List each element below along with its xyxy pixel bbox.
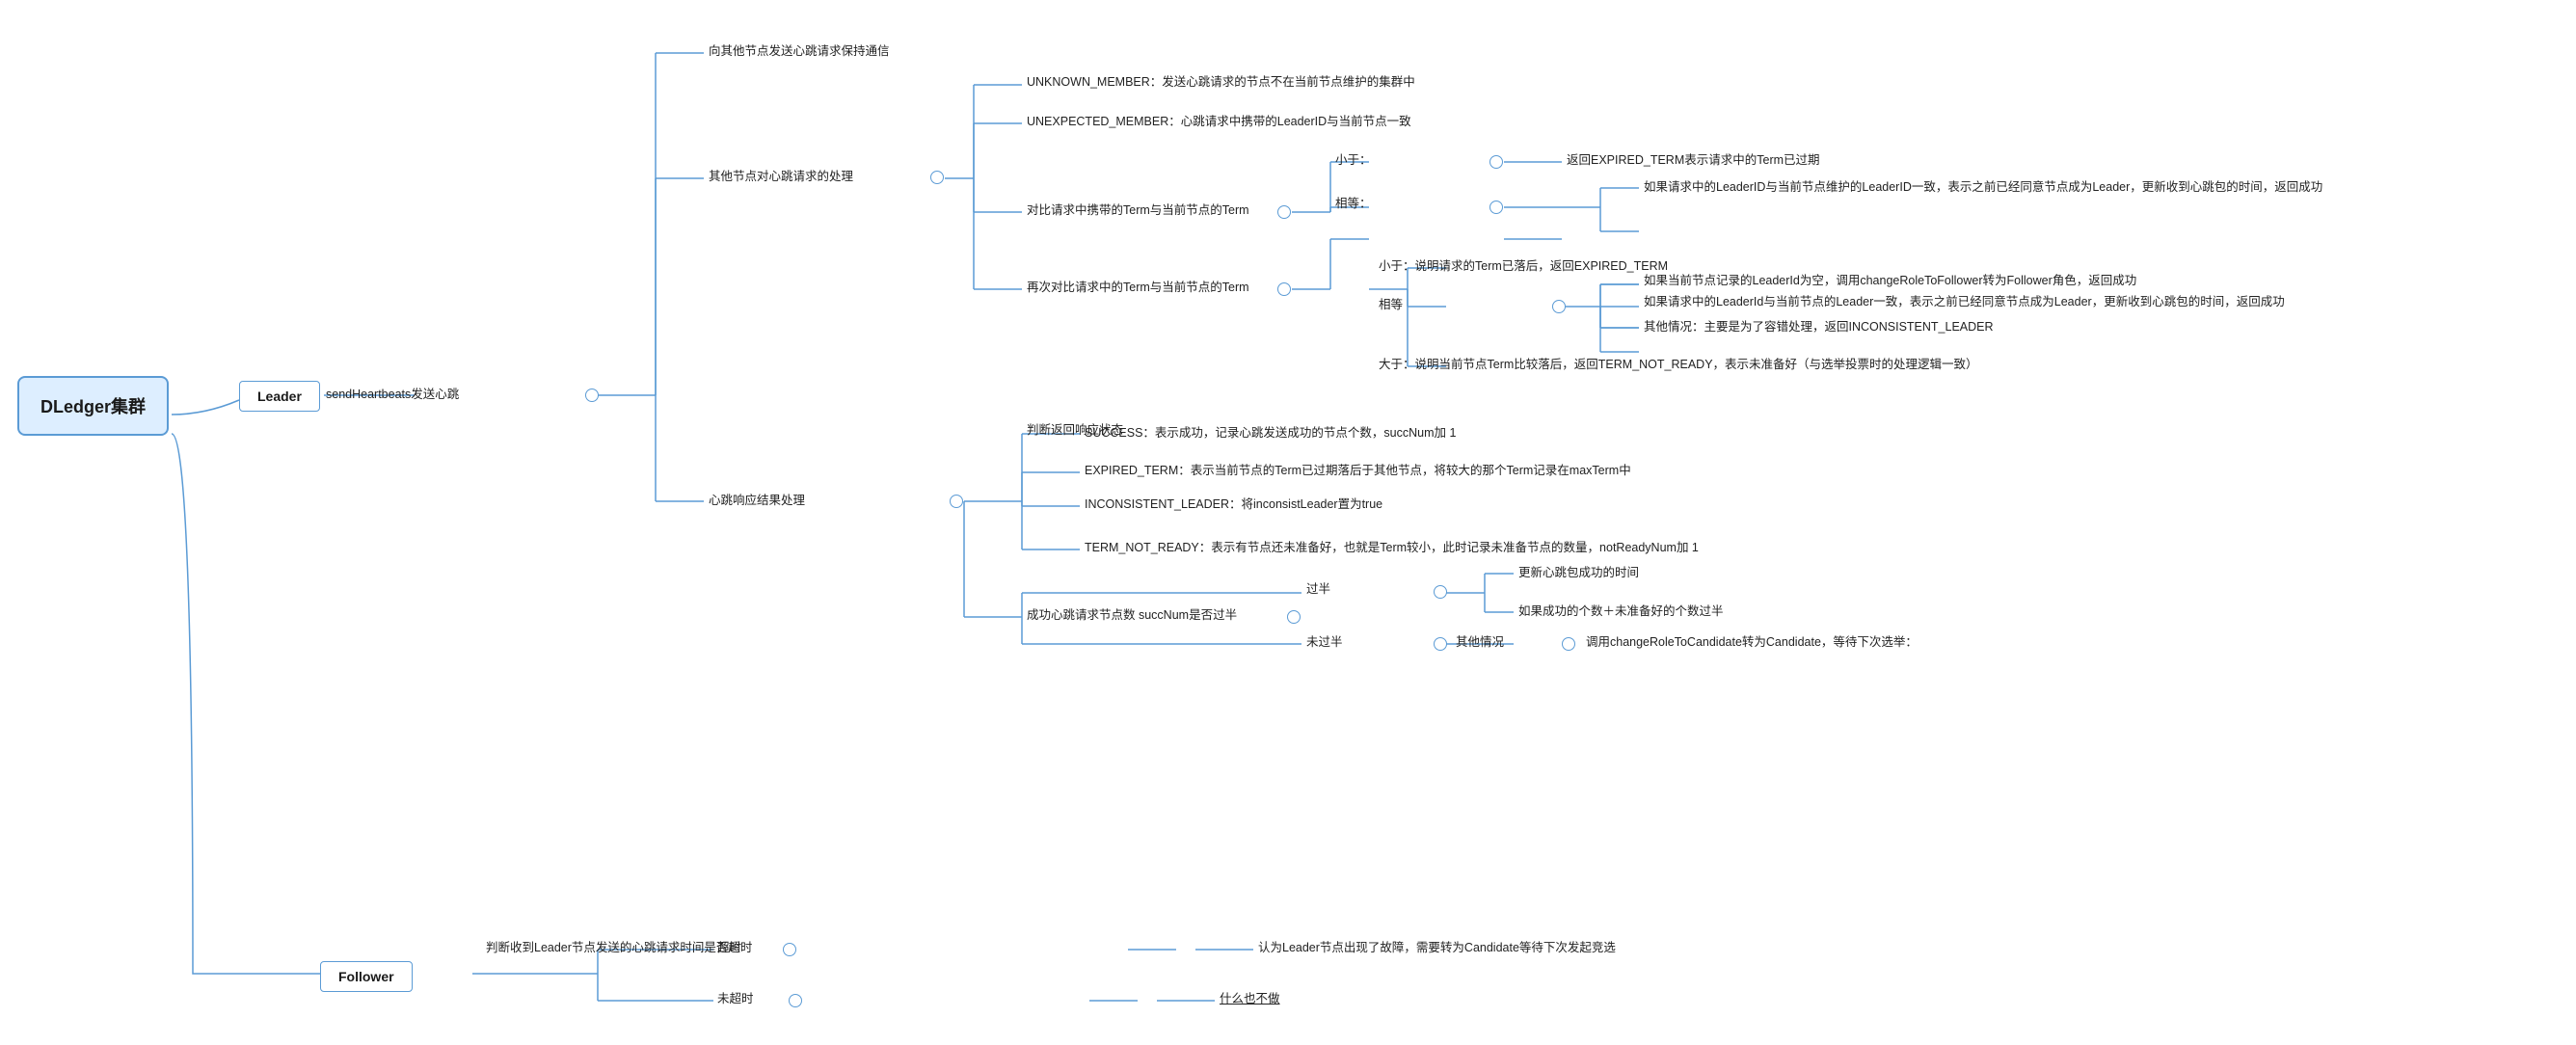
- top-label: 向其他节点发送心跳请求保持通信: [709, 40, 890, 59]
- no-timeout-circle: [789, 994, 802, 1007]
- timeout-label: 超时: [717, 937, 741, 955]
- heartbeat-response-circle: [950, 495, 963, 508]
- compare-less-label: 小于：: [1335, 149, 1372, 168]
- heartbeat-response-label: 心跳响应结果处理: [709, 490, 805, 508]
- term-not-ready-label: TERM_NOT_READY：表示有节点还未准备好，也就是Term较小，此时记录…: [1085, 537, 1699, 555]
- compare-less-circle: [1489, 155, 1503, 169]
- timeout-circle: [783, 943, 796, 956]
- under-half-circle: [1434, 637, 1447, 651]
- unknown-member-label: UNKNOWN_MEMBER：发送心跳请求的节点不在当前节点维护的集群中: [1027, 71, 1415, 90]
- recompare-equal-label: 相等: [1379, 294, 1403, 312]
- follower-node: Follower: [320, 961, 413, 992]
- no-timeout-label: 未超时: [717, 988, 754, 1006]
- over-half-sub2: 如果成功的个数＋未准备好的个数过半: [1518, 601, 1724, 619]
- expired-term-label: EXPIRED_TERM：表示当前节点的Term已过期落后于其他节点，将较大的那…: [1085, 460, 1631, 478]
- send-heartbeats-circle: [585, 389, 599, 402]
- recompare-greater-label: 大于：说明当前节点Term比较落后，返回TERM_NOT_READY，表示未准备…: [1379, 354, 1978, 372]
- compare-less-detail: 返回EXPIRED_TERM表示请求中的Term已过期: [1567, 149, 1820, 168]
- succ-num-label: 成功心跳请求节点数 succNum是否过半: [1027, 604, 1237, 623]
- inconsistent-label: INCONSISTENT_LEADER：将inconsistLeader置为tr…: [1085, 494, 1382, 512]
- under-half-action: 调用changeRoleToCandidate转为Candidate，等待下次选…: [1586, 631, 1918, 650]
- recompare-equal-circle: [1552, 300, 1566, 313]
- recompare-equal-sub1: 如果当前节点记录的LeaderId为空，调用changeRoleToFollow…: [1644, 270, 2136, 288]
- success-label: SUCCESS：表示成功，记录心跳发送成功的节点个数，succNum加 1: [1085, 422, 1456, 441]
- no-timeout-action: 什么也不做: [1220, 988, 1280, 1006]
- other-nodes-label: 其他节点对心跳请求的处理: [709, 166, 853, 184]
- leader-node: Leader: [239, 381, 320, 412]
- compare-term-label: 对比请求中携带的Term与当前节点的Term: [1027, 200, 1249, 218]
- under-half-other-circle: [1562, 637, 1575, 651]
- timeout-action: 认为Leader节点出现了故障，需要转为Candidate等待下次发起竞选: [1258, 937, 1616, 955]
- succ-num-circle: [1287, 610, 1301, 624]
- over-half-sub1: 更新心跳包成功的时间: [1518, 562, 1639, 580]
- follower-judge-label: 判断收到Leader节点发送的心跳请求时间是否超时: [486, 937, 752, 955]
- send-heartbeats-label: sendHeartbeats发送心跳: [326, 384, 459, 402]
- root-node: DLedger集群: [17, 376, 169, 436]
- recompare-term-circle: [1277, 282, 1291, 296]
- over-half-circle: [1434, 585, 1447, 599]
- other-nodes-circle: [930, 171, 944, 184]
- compare-equal-label: 相等：: [1335, 193, 1372, 211]
- canvas: DLedger集群 Leader sendHeartbeats发送心跳 向其他节…: [0, 0, 2576, 1045]
- recompare-equal-sub3: 其他情况：主要是为了容错处理，返回INCONSISTENT_LEADER: [1644, 316, 1994, 335]
- under-half-label: 未过半: [1306, 631, 1343, 650]
- compare-term-circle: [1277, 205, 1291, 219]
- over-half-label: 过半: [1306, 578, 1330, 597]
- under-half-other: 其他情况: [1456, 631, 1504, 650]
- compare-equal-circle: [1489, 201, 1503, 214]
- recompare-term-label: 再次对比请求中的Term与当前节点的Term: [1027, 277, 1249, 295]
- recompare-equal-sub2: 如果请求中的LeaderId与当前节点的Leader一致，表示之前已经同意节点成…: [1644, 291, 2285, 309]
- connection-lines: [0, 0, 2576, 1045]
- unexpected-member-label: UNEXPECTED_MEMBER：心跳请求中携带的LeaderID与当前节点一…: [1027, 111, 1411, 129]
- compare-equal-sub1: 如果请求中的LeaderID与当前节点维护的LeaderID一致，表示之前已经同…: [1644, 176, 2322, 195]
